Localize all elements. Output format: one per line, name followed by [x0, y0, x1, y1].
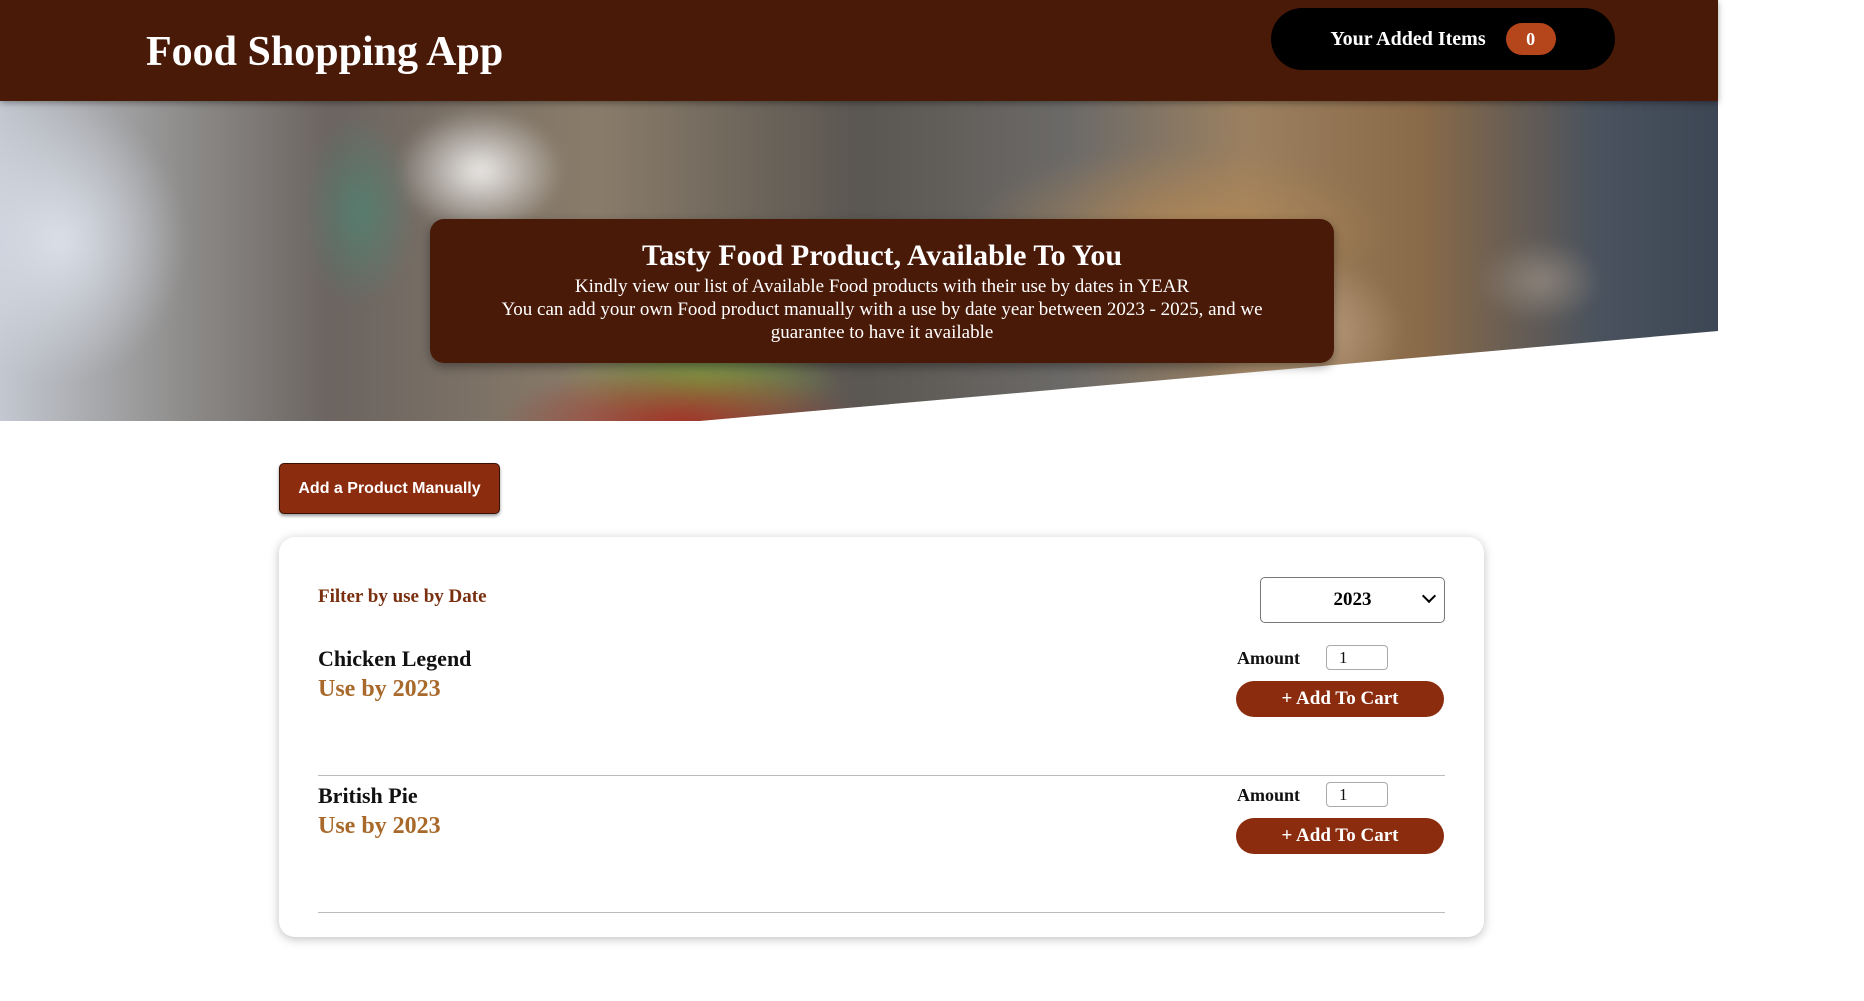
product-list-card: Filter by use by Date 2023 Chicken Legen…	[279, 537, 1484, 937]
welcome-banner: Tasty Food Product, Available To You Kin…	[430, 219, 1334, 363]
product-name: British Pie	[318, 783, 418, 808]
amount-input[interactable]: 1	[1326, 782, 1388, 807]
app-header: Food Shopping App Your Added Items 0	[0, 0, 1718, 101]
page: Food Shopping App Your Added Items 0 Tas…	[0, 0, 1864, 1001]
banner-title: Tasty Food Product, Available To You	[641, 239, 1123, 272]
amount-label: Amount	[1237, 785, 1301, 805]
app-title: Food Shopping App	[146, 29, 504, 75]
year-filter-select[interactable]: 2023	[1260, 577, 1445, 623]
product-use-by-date: Use by 2023	[318, 813, 441, 839]
year-filter-value: 2023	[1333, 589, 1372, 610]
added-items-button[interactable]: Your Added Items 0	[1271, 8, 1615, 70]
chevron-down-icon	[1421, 588, 1437, 604]
amount-label: Amount	[1237, 648, 1301, 668]
product-name: Chicken Legend	[318, 646, 472, 671]
added-items-label: Your Added Items	[1330, 27, 1486, 50]
product-item: British Pie Use by 2023 Amount 1 + Add T…	[318, 775, 1445, 913]
filter-label: Filter by use by Date	[318, 586, 487, 607]
product-item: Chicken Legend Use by 2023 Amount 1 + Ad…	[318, 638, 1445, 776]
amount-input[interactable]: 1	[1326, 645, 1388, 670]
add-product-manually-button[interactable]: Add a Product Manually	[279, 463, 500, 514]
add-to-cart-button[interactable]: + Add To Cart	[1236, 818, 1444, 854]
banner-text-line-2: You can add your own Food product manual…	[501, 299, 1263, 343]
add-to-cart-button[interactable]: + Add To Cart	[1236, 681, 1444, 717]
cart-count-badge: 0	[1505, 23, 1556, 55]
banner-text-line-1: Kindly view our list of Available Food p…	[574, 276, 1190, 297]
product-use-by-date: Use by 2023	[318, 676, 441, 702]
